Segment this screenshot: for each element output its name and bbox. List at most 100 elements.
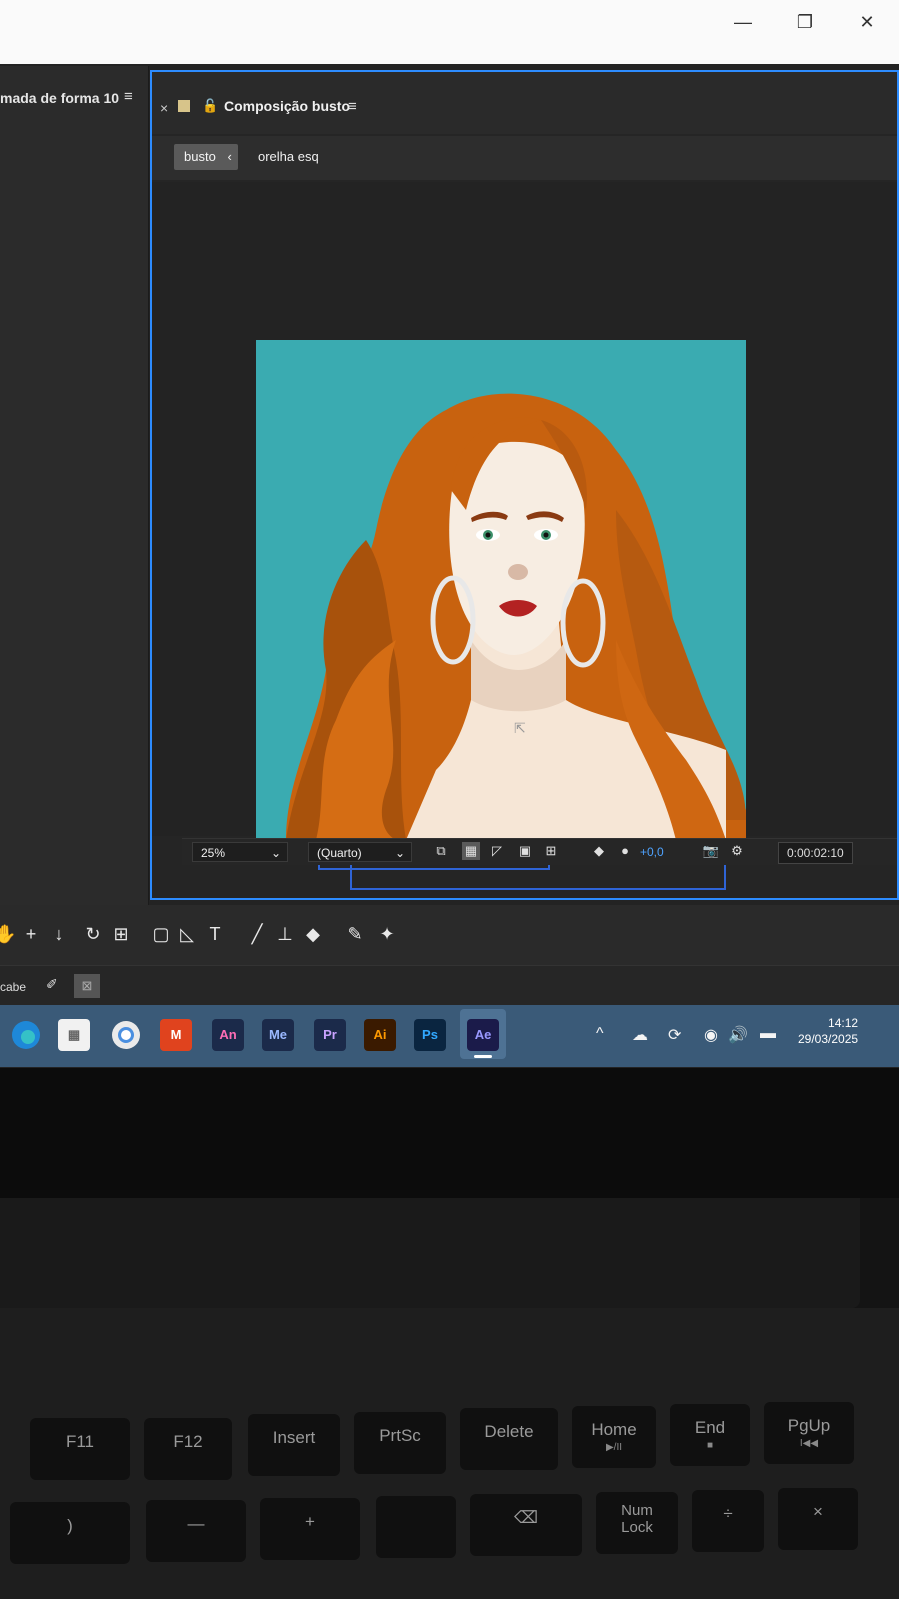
key-label: ÷ bbox=[723, 1504, 733, 1523]
files-app-icon[interactable]: ▦ bbox=[58, 1019, 90, 1051]
key-f11[interactable]: F11 bbox=[30, 1418, 130, 1480]
chevron-down-icon: ⌄ bbox=[270, 846, 281, 860]
snapshot-camera-icon[interactable]: 📷 bbox=[702, 842, 720, 860]
premiere-app-icon[interactable]: Pr bbox=[314, 1019, 346, 1051]
keyboard-deck: F11 F12 Insert PrtSc Delete Home ▶/II En… bbox=[0, 1308, 899, 1599]
mcafee-app-icon[interactable]: M bbox=[160, 1019, 192, 1051]
channels-icon[interactable]: ◆ bbox=[590, 842, 608, 860]
key-prtsc[interactable]: PrtSc bbox=[354, 1412, 446, 1474]
show-snapshot-icon[interactable]: ⚙ bbox=[728, 842, 746, 860]
key-label: Num Lock bbox=[621, 1502, 653, 1536]
brush-tool-icon[interactable]: ╱ bbox=[246, 921, 268, 947]
animate-app-icon[interactable]: An bbox=[212, 1019, 244, 1051]
key-label: Delete bbox=[484, 1422, 534, 1441]
media-encoder-app-icon[interactable]: Me bbox=[262, 1019, 294, 1051]
breadcrumb: busto ‹ orelha esq bbox=[152, 136, 897, 180]
volume-icon[interactable]: 🔊 bbox=[728, 1025, 748, 1045]
key-backspace[interactable]: ⌫ bbox=[470, 1494, 582, 1556]
breadcrumb-busto[interactable]: busto ‹ bbox=[174, 144, 238, 170]
key-label: + bbox=[305, 1512, 315, 1531]
color-management-icon[interactable]: ● bbox=[616, 842, 634, 860]
clock-time: 14:12 bbox=[828, 1016, 859, 1030]
minimize-button[interactable]: — bbox=[728, 8, 758, 36]
puppet-pin-tool-icon[interactable]: ✦ bbox=[376, 921, 398, 947]
stop-icon: ■ bbox=[706, 1440, 714, 1451]
roto-brush-tool-icon[interactable]: ✎ bbox=[344, 921, 366, 947]
key-blank[interactable] bbox=[376, 1496, 456, 1558]
panel-menu-icon[interactable]: ≡ bbox=[348, 98, 357, 115]
key-f12[interactable]: F12 bbox=[144, 1418, 232, 1480]
resolution-select[interactable]: (Quarto) ⌄ bbox=[308, 842, 412, 862]
resolution-value: (Quarto) bbox=[317, 846, 362, 860]
pen-tool-icon[interactable]: ◺ bbox=[176, 921, 198, 947]
snap-toggle-icon[interactable]: ⊠ bbox=[74, 974, 100, 998]
composition-color-swatch bbox=[178, 100, 190, 112]
composition-title[interactable]: Composição busto bbox=[224, 98, 350, 114]
zoom-tool-icon[interactable]: + bbox=[20, 921, 42, 947]
active-indicator bbox=[474, 1055, 492, 1058]
chevron-down-icon: ⌄ bbox=[394, 846, 405, 860]
exposure-value[interactable]: +0,0 bbox=[640, 842, 664, 862]
panel-menu-icon[interactable]: ≡ bbox=[124, 88, 133, 105]
restore-button[interactable]: ❐ bbox=[790, 8, 820, 36]
composition-panel: × 🔓 Composição busto ≡ busto ‹ orelha es… bbox=[150, 70, 899, 900]
clone-stamp-tool-icon[interactable]: ⊥ bbox=[274, 921, 296, 947]
lock-icon[interactable]: 🔓 bbox=[202, 98, 218, 114]
rotate-tool-icon[interactable]: ↻ bbox=[82, 921, 104, 947]
illustration-woman-redhead bbox=[286, 393, 746, 840]
key-label: Insert bbox=[272, 1428, 316, 1447]
battery-icon[interactable]: ▬ bbox=[760, 1025, 776, 1043]
wifi-icon[interactable]: ◉ bbox=[704, 1025, 718, 1045]
cloud-icon[interactable]: ☁ bbox=[632, 1025, 648, 1045]
system-clock[interactable]: 14:12 29/03/2025 bbox=[798, 1015, 858, 1047]
zoom-select[interactable]: 25% ⌄ bbox=[192, 842, 288, 862]
laptop-screen: — ❐ ✕ mada de forma 10 ≡ × 🔓 Composição … bbox=[0, 0, 899, 1090]
key-label: PrtSc bbox=[379, 1426, 421, 1445]
transparency-grid-icon[interactable]: ▦ bbox=[462, 842, 480, 860]
key-plus[interactable]: + bbox=[260, 1498, 360, 1560]
photoshop-app-icon[interactable]: Ps bbox=[414, 1019, 446, 1051]
left-panel-tab-label[interactable]: mada de forma 10 bbox=[0, 90, 119, 106]
composition-viewer[interactable]: ⇱ bbox=[152, 182, 897, 890]
breadcrumb-orelha-esq[interactable]: orelha esq bbox=[258, 144, 319, 170]
edge-icon bbox=[12, 1021, 40, 1049]
close-window-button[interactable]: ✕ bbox=[852, 8, 882, 36]
edge-app-icon[interactable] bbox=[10, 1019, 42, 1051]
key-delete[interactable]: Delete bbox=[460, 1408, 558, 1470]
sync-icon[interactable]: ⟳ bbox=[668, 1025, 681, 1045]
mask-visibility-icon[interactable]: ◸ bbox=[488, 842, 506, 860]
timecode-display[interactable]: 0:00:02:10 bbox=[778, 842, 853, 864]
key-pgup[interactable]: PgUp I◀◀ bbox=[764, 1402, 854, 1464]
grid-guides-icon[interactable]: ⊞ bbox=[542, 842, 560, 860]
rectangle-tool-icon[interactable]: ▢ bbox=[150, 921, 172, 947]
key-numlock[interactable]: Num Lock bbox=[596, 1492, 678, 1554]
key-label: ) bbox=[67, 1516, 73, 1535]
key-home[interactable]: Home ▶/II bbox=[572, 1406, 656, 1468]
key-paren[interactable]: ) bbox=[10, 1502, 130, 1564]
previous-track-icon: I◀◀ bbox=[799, 1438, 819, 1449]
type-tool-icon[interactable]: T bbox=[204, 921, 226, 947]
close-tab-icon[interactable]: × bbox=[160, 100, 168, 116]
hand-tool-icon[interactable]: ✋ bbox=[0, 921, 16, 947]
key-end[interactable]: End ■ bbox=[670, 1404, 750, 1466]
key-label: PgUp bbox=[787, 1416, 831, 1435]
key-multiply[interactable]: × bbox=[778, 1488, 858, 1550]
camera-tool-icon[interactable]: ⊞ bbox=[110, 921, 132, 947]
eraser-tool-icon[interactable]: ◆ bbox=[302, 921, 324, 947]
key-insert[interactable]: Insert bbox=[248, 1414, 340, 1476]
key-divide[interactable]: ÷ bbox=[692, 1490, 764, 1552]
pin-icon[interactable]: ✐ bbox=[46, 976, 58, 993]
window-title-bar: — ❐ ✕ bbox=[0, 0, 899, 64]
shield-icon: M bbox=[170, 1027, 182, 1042]
composition-canvas[interactable] bbox=[256, 340, 746, 840]
region-of-interest-icon[interactable]: ▣ bbox=[516, 842, 534, 860]
anchor-tool-icon[interactable]: ↓ bbox=[48, 921, 70, 947]
key-label: Home bbox=[591, 1420, 637, 1439]
chrome-app-icon[interactable] bbox=[110, 1019, 142, 1051]
chevron-up-icon[interactable]: ^ bbox=[596, 1025, 604, 1043]
fast-previews-icon[interactable]: ⧉ bbox=[432, 842, 450, 860]
after-effects-app-icon[interactable]: Ae bbox=[467, 1019, 499, 1051]
illustrator-app-icon[interactable]: Ai bbox=[364, 1019, 396, 1051]
key-minus[interactable]: — bbox=[146, 1500, 246, 1562]
composition-header: × 🔓 Composição busto ≡ bbox=[152, 72, 897, 134]
